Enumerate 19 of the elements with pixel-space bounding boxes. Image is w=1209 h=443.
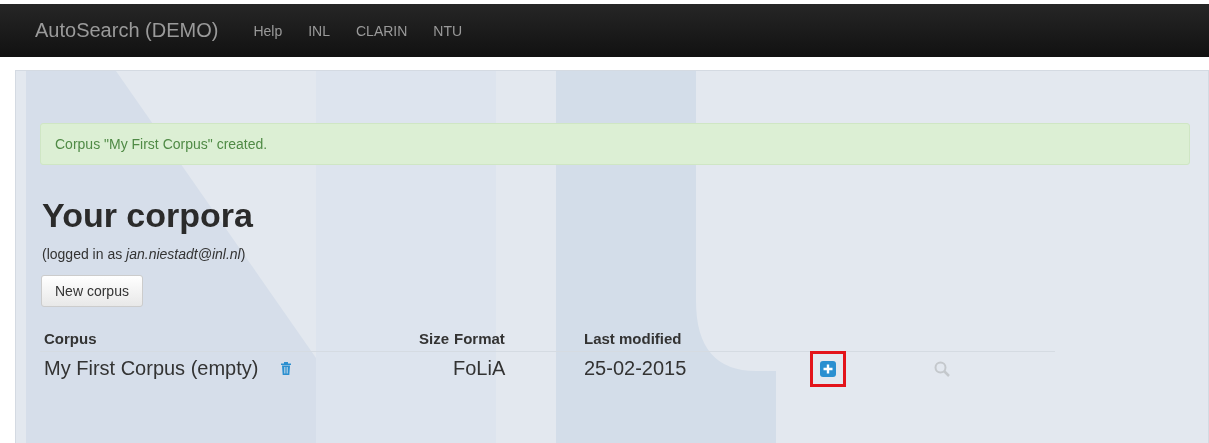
table-cell-text: FoLiA (452, 357, 507, 381)
column-header: Corpus (43, 330, 98, 348)
login-note: (logged in as jan.niestadt@inl.nl) (42, 245, 247, 262)
page-heading: Your corpora (42, 195, 254, 236)
app-title[interactable]: AutoSearch (DEMO) (35, 19, 219, 42)
trash-icon[interactable] (280, 361, 293, 377)
nav-link[interactable]: CLARIN (356, 22, 408, 39)
column-header: Last modified (584, 330, 683, 348)
nav-link[interactable]: NTU (433, 22, 463, 39)
nav-link[interactable]: INL (308, 22, 330, 39)
column-header: Size (418, 330, 449, 348)
add-icon[interactable] (820, 360, 836, 377)
new-corpus-button[interactable]: New corpus (41, 274, 143, 307)
table-cell-text: 25-02-2015 (584, 357, 688, 381)
success-alert: Corpus "My First Corpus" created. (40, 123, 1190, 165)
search-icon[interactable] (934, 360, 950, 377)
nav-link[interactable]: Help (253, 22, 283, 39)
column-header: Format (453, 330, 506, 348)
table-cell: My First Corpus (empty) (44, 357, 259, 381)
